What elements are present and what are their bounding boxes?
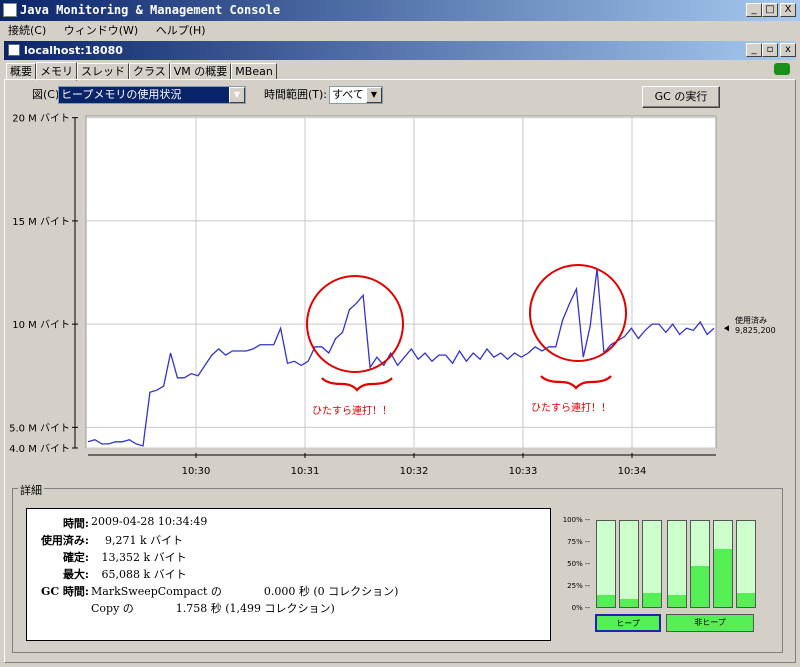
maximize-button[interactable]: □ <box>762 3 778 17</box>
chevron-down-icon[interactable]: ▼ <box>229 87 245 103</box>
detail-value: MarkSweepCompact の 0.000 秒 (0 コレクション) <box>91 585 399 598</box>
frame-icon <box>8 44 20 56</box>
chart-select[interactable]: ヒープメモリの使用状況 ▼ <box>58 86 246 104</box>
pool-bar-fill <box>714 548 732 607</box>
pool-bar[interactable] <box>713 520 733 608</box>
heap-usage-chart: 20 M バイト 15 M バイト 10 M バイト 5.0 M バイト 4.0 M バ… <box>9 113 776 477</box>
current-value-marker <box>724 325 729 332</box>
close-button[interactable]: X <box>780 3 796 17</box>
tab-classes[interactable]: クラス <box>129 63 170 80</box>
detail-key: GC 時間: <box>40 585 89 598</box>
x-tick-label: 10:30 <box>182 466 211 477</box>
y-tick-label: 10 M バイト <box>12 319 70 331</box>
pool-bar-fill <box>597 594 615 607</box>
x-tick-label: 10:32 <box>400 466 429 477</box>
annotation-text: ひたすら連打！！ <box>312 404 392 417</box>
bar-scale-tick: 25% -- <box>567 582 590 590</box>
pool-bar[interactable] <box>690 520 710 608</box>
menu-bar: 接続(C) ウィンドウ(W) ヘルプ(H) <box>0 21 800 40</box>
pool-bar[interactable] <box>736 520 756 608</box>
pool-bar-fill <box>737 593 755 607</box>
detail-key: 時間: <box>62 517 89 530</box>
nonheap-toggle-button[interactable]: 非ヒープ <box>666 614 754 632</box>
pool-bar-fill <box>691 565 709 607</box>
memory-pool-bars: 100% -- 75% -- 50% -- 25% -- 0% -- ヒープ 非ヒープ <box>560 512 760 642</box>
frame-minimize-button[interactable]: _ <box>746 43 762 57</box>
detail-value: 13,352 k バイト <box>91 551 187 564</box>
menu-connect[interactable]: 接続(C) <box>8 24 46 37</box>
tab-bar: 概要 メモリ スレッド クラス VM の概要 MBean <box>6 61 277 81</box>
menu-window[interactable]: ウィンドウ(W) <box>64 24 138 37</box>
bar-scale-tick: 50% -- <box>567 560 590 568</box>
tab-vm-summary[interactable]: VM の概要 <box>169 63 232 80</box>
detail-key: 使用済み: <box>40 534 89 547</box>
frame-restore-button[interactable]: ▫ <box>762 43 778 57</box>
pool-bar-fill <box>643 593 661 607</box>
window-title: Java Monitoring & Management Console <box>0 0 800 21</box>
pool-bar[interactable] <box>619 520 639 608</box>
tab-threads[interactable]: スレッド <box>77 63 129 80</box>
detail-value: Copy の 1.758 秒 (1,499 コレクション) <box>91 602 335 615</box>
bar-scale-tick: 100% -- <box>562 516 590 524</box>
plot-area <box>85 115 717 449</box>
pool-bar-fill <box>668 594 686 607</box>
pool-bar[interactable] <box>642 520 662 608</box>
range-select[interactable]: すべて ▼ <box>329 86 383 104</box>
range-select-value: すべて <box>332 88 364 101</box>
y-tick-label: 5.0 M バイト <box>9 422 70 434</box>
details-section-title: 詳細 <box>18 482 44 498</box>
chevron-down-icon[interactable]: ▼ <box>366 87 382 103</box>
internal-frame-title: localhost:18080 <box>4 41 796 60</box>
current-value: 9,825,200 <box>735 326 776 335</box>
x-tick-label: 10:33 <box>509 466 538 477</box>
gc-button[interactable]: GC の実行 <box>642 86 720 108</box>
bar-scale-tick: 75% -- <box>567 538 590 546</box>
detail-key: 最大: <box>62 568 89 581</box>
annotation-text: ひたすら連打！！ <box>531 401 611 414</box>
heap-toggle-button[interactable]: ヒープ <box>595 614 661 632</box>
detail-value: 2009-04-28 10:34:49 <box>91 515 208 528</box>
details-panel: 時間: 2009-04-28 10:34:49 使用済み: 9,271 k バイト確… <box>26 508 551 641</box>
connection-status-icon <box>774 63 790 75</box>
detail-value: 9,271 k バイト <box>91 534 184 547</box>
java-cup-icon <box>3 3 17 17</box>
chart-select-value: ヒープメモリの使用状況 <box>61 88 182 101</box>
minimize-button[interactable]: _ <box>746 3 762 17</box>
current-value-label: 使用済み <box>735 315 767 325</box>
frame-close-button[interactable]: x <box>780 43 796 57</box>
pool-bar-fill <box>620 599 638 607</box>
window-title-text: Java Monitoring & Management Console <box>20 3 281 17</box>
x-tick-label: 10:34 <box>618 466 647 477</box>
tab-overview[interactable]: 概要 <box>6 63 36 80</box>
menu-help[interactable]: ヘルプ(H) <box>156 24 206 37</box>
internal-frame-title-text: localhost:18080 <box>24 44 123 57</box>
range-label: 時間範囲(T): <box>264 88 328 101</box>
bar-scale-tick: 0% -- <box>571 604 590 612</box>
x-tick-label: 10:31 <box>291 466 320 477</box>
y-tick-label: 20 M バイト <box>12 113 70 125</box>
y-tick-label: 15 M バイト <box>12 216 70 228</box>
y-tick-label: 4.0 M バイト <box>9 443 70 455</box>
pool-bar[interactable] <box>596 520 616 608</box>
detail-key: 確定: <box>62 551 89 564</box>
tab-mbean[interactable]: MBean <box>231 63 277 80</box>
detail-value: 65,088 k バイト <box>91 568 187 581</box>
pool-bar[interactable] <box>667 520 687 608</box>
